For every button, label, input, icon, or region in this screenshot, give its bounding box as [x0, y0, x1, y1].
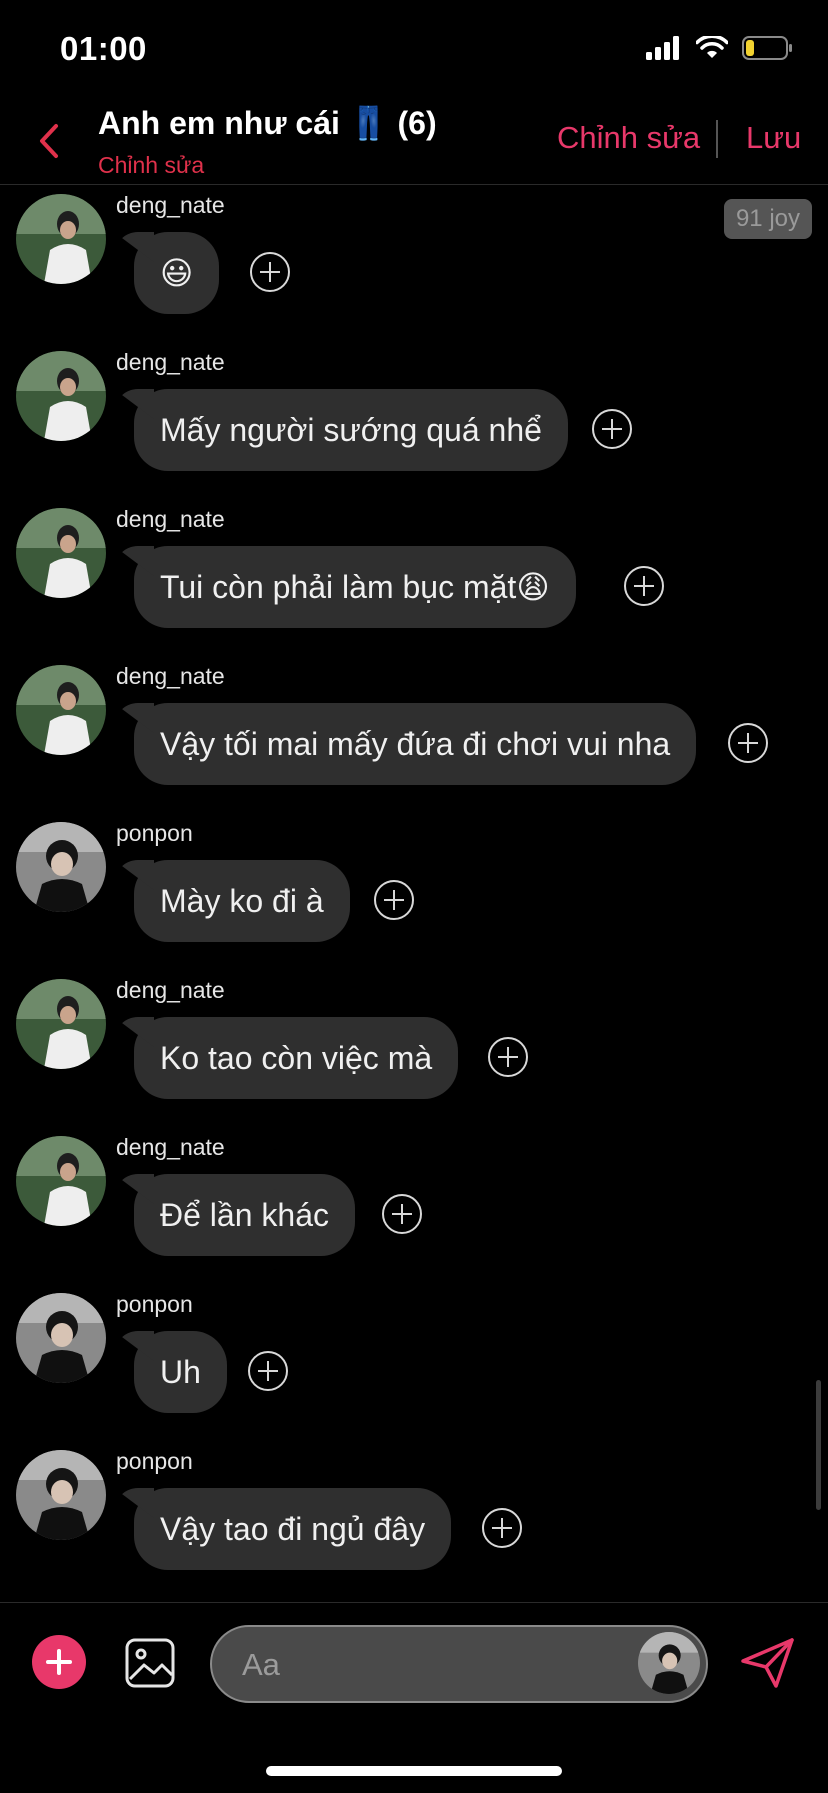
message-composer	[0, 1602, 828, 1793]
add-reaction-icon[interactable]	[488, 1037, 528, 1077]
message-row: deng_nate Để lần khác	[0, 1130, 828, 1287]
message-bubble[interactable]: Tui còn phải làm bục mặt😩	[134, 546, 576, 628]
scrollbar[interactable]	[816, 1380, 821, 1510]
deng-avatar[interactable]	[16, 1136, 106, 1226]
wifi-icon	[696, 36, 728, 58]
add-reaction-icon[interactable]	[728, 723, 768, 763]
message-row: ponpon Mày ko đi à	[0, 816, 828, 973]
back-chevron-icon[interactable]	[30, 118, 70, 164]
deng-avatar[interactable]	[16, 194, 106, 284]
battery-icon	[742, 36, 792, 60]
signal-icon	[646, 36, 679, 60]
chat-header: Anh em như cái 👖 (6) Chỉnh sửa Chỉnh sửa…	[0, 100, 828, 185]
save-button[interactable]: Lưu	[746, 120, 801, 156]
add-reaction-icon[interactable]	[250, 252, 290, 292]
status-bar: 01:00	[0, 0, 828, 100]
header-divider	[716, 120, 718, 158]
add-reaction-icon[interactable]	[248, 1351, 288, 1391]
deng-avatar[interactable]	[16, 351, 106, 441]
message-row: deng_nate 😃	[0, 188, 828, 345]
message-username: ponpon	[116, 820, 193, 846]
message-username: deng_nate	[116, 506, 225, 532]
edit-button[interactable]: Chỉnh sửa	[557, 120, 700, 156]
deng-avatar[interactable]	[16, 508, 106, 598]
message-input-container	[210, 1625, 708, 1703]
message-list: deng_nate 😃 deng_nate Mấy người sướng qu…	[0, 188, 828, 1601]
message-row: deng_nate Mấy người sướng quá nhể	[0, 345, 828, 502]
status-icons	[646, 36, 794, 60]
add-reaction-icon[interactable]	[382, 1194, 422, 1234]
user-avatar[interactable]	[638, 1632, 700, 1694]
send-icon[interactable]	[740, 1637, 796, 1689]
add-reaction-icon[interactable]	[592, 409, 632, 449]
deng-avatar[interactable]	[16, 665, 106, 755]
status-time: 01:00	[60, 30, 147, 67]
message-username: ponpon	[116, 1448, 193, 1474]
message-input[interactable]	[240, 1643, 624, 1687]
message-username: ponpon	[116, 1291, 193, 1317]
add-attachment-button[interactable]	[32, 1635, 86, 1689]
message-username: deng_nate	[116, 977, 225, 1003]
message-row: deng_nate Ko tao còn việc mà	[0, 973, 828, 1130]
message-username: deng_nate	[116, 663, 225, 689]
message-bubble[interactable]: Vậy tao đi ngủ đây	[134, 1488, 452, 1570]
message-bubble[interactable]: Ko tao còn việc mà	[134, 1017, 459, 1099]
ponpon-avatar[interactable]	[16, 822, 106, 912]
add-reaction-icon[interactable]	[374, 880, 414, 920]
message-bubble[interactable]: Uh	[134, 1331, 227, 1413]
image-gallery-icon[interactable]	[124, 1637, 176, 1689]
message-row: ponpon Uh	[0, 1287, 828, 1444]
message-bubble[interactable]: Vậy tối mai mấy đứa đi chơi vui nha	[134, 703, 697, 785]
chat-subtitle[interactable]: Chỉnh sửa	[98, 152, 204, 179]
chat-title: Anh em như cái 👖 (6)	[98, 105, 437, 141]
ponpon-avatar[interactable]	[16, 1450, 106, 1540]
deng-avatar[interactable]	[16, 979, 106, 1069]
add-reaction-icon[interactable]	[624, 566, 664, 606]
message-username: deng_nate	[116, 349, 225, 375]
message-row: deng_nate Vậy tối mai mấy đứa đi chơi vu…	[0, 659, 828, 816]
add-reaction-icon[interactable]	[482, 1508, 522, 1548]
message-row: deng_nate Tui còn phải làm bục mặt😩	[0, 502, 828, 659]
message-bubble[interactable]: Mấy người sướng quá nhể	[134, 389, 568, 471]
message-bubble[interactable]: 😃	[134, 232, 220, 314]
message-username: deng_nate	[116, 1134, 225, 1160]
message-bubble[interactable]: Mày ko đi à	[134, 860, 350, 942]
message-row: ponpon Vậy tao đi ngủ đây	[0, 1444, 828, 1601]
message-bubble[interactable]: Để lần khác	[134, 1174, 355, 1256]
message-username: deng_nate	[116, 192, 225, 218]
ponpon-avatar[interactable]	[16, 1293, 106, 1383]
home-indicator[interactable]	[266, 1766, 562, 1776]
